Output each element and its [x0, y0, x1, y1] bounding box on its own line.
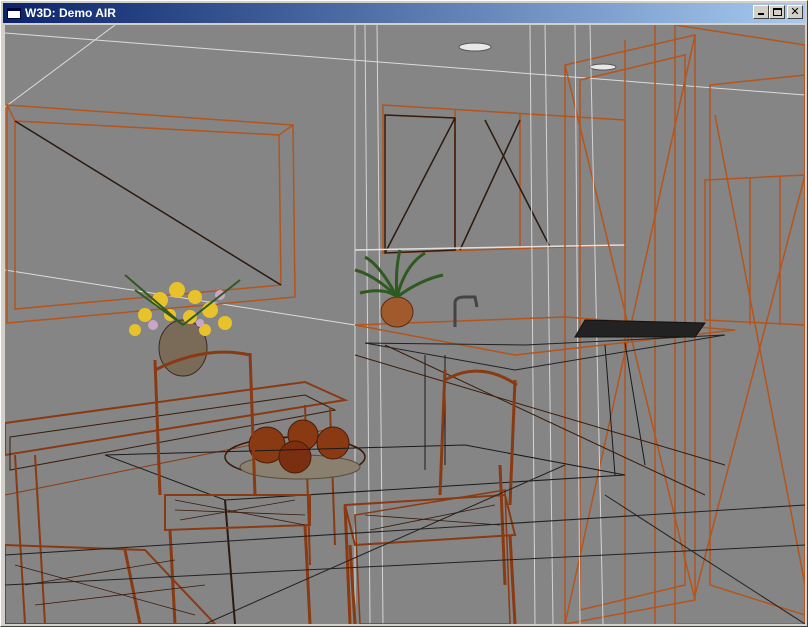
- close-button[interactable]: ✕: [787, 5, 803, 19]
- close-icon: ✕: [790, 5, 800, 18]
- minimize-button[interactable]: [753, 5, 769, 19]
- console-table: [5, 380, 349, 624]
- dining-table: [104, 419, 626, 624]
- ceiling-lights: [458, 42, 617, 71]
- potted-plant: [354, 249, 444, 328]
- maximize-icon: [773, 8, 782, 16]
- window-controls: ✕: [753, 5, 803, 19]
- wireframe-scene: [5, 25, 805, 624]
- sink-faucet: [453, 295, 479, 327]
- title-bar[interactable]: W3D: Demo AIR ✕: [3, 3, 805, 23]
- maximize-button[interactable]: [769, 5, 785, 19]
- upper-cabinets: [354, 104, 626, 254]
- kitchen-counter: [354, 316, 736, 496]
- window-app-icon[interactable]: [7, 7, 21, 19]
- window-title: W3D: Demo AIR: [25, 6, 116, 20]
- 3d-viewport[interactable]: [5, 25, 805, 624]
- wall-picture-frame: [6, 104, 296, 324]
- app-window: W3D: Demo AIR ✕: [0, 0, 808, 627]
- chair-weave: [14, 499, 501, 616]
- minimize-icon: [758, 13, 764, 15]
